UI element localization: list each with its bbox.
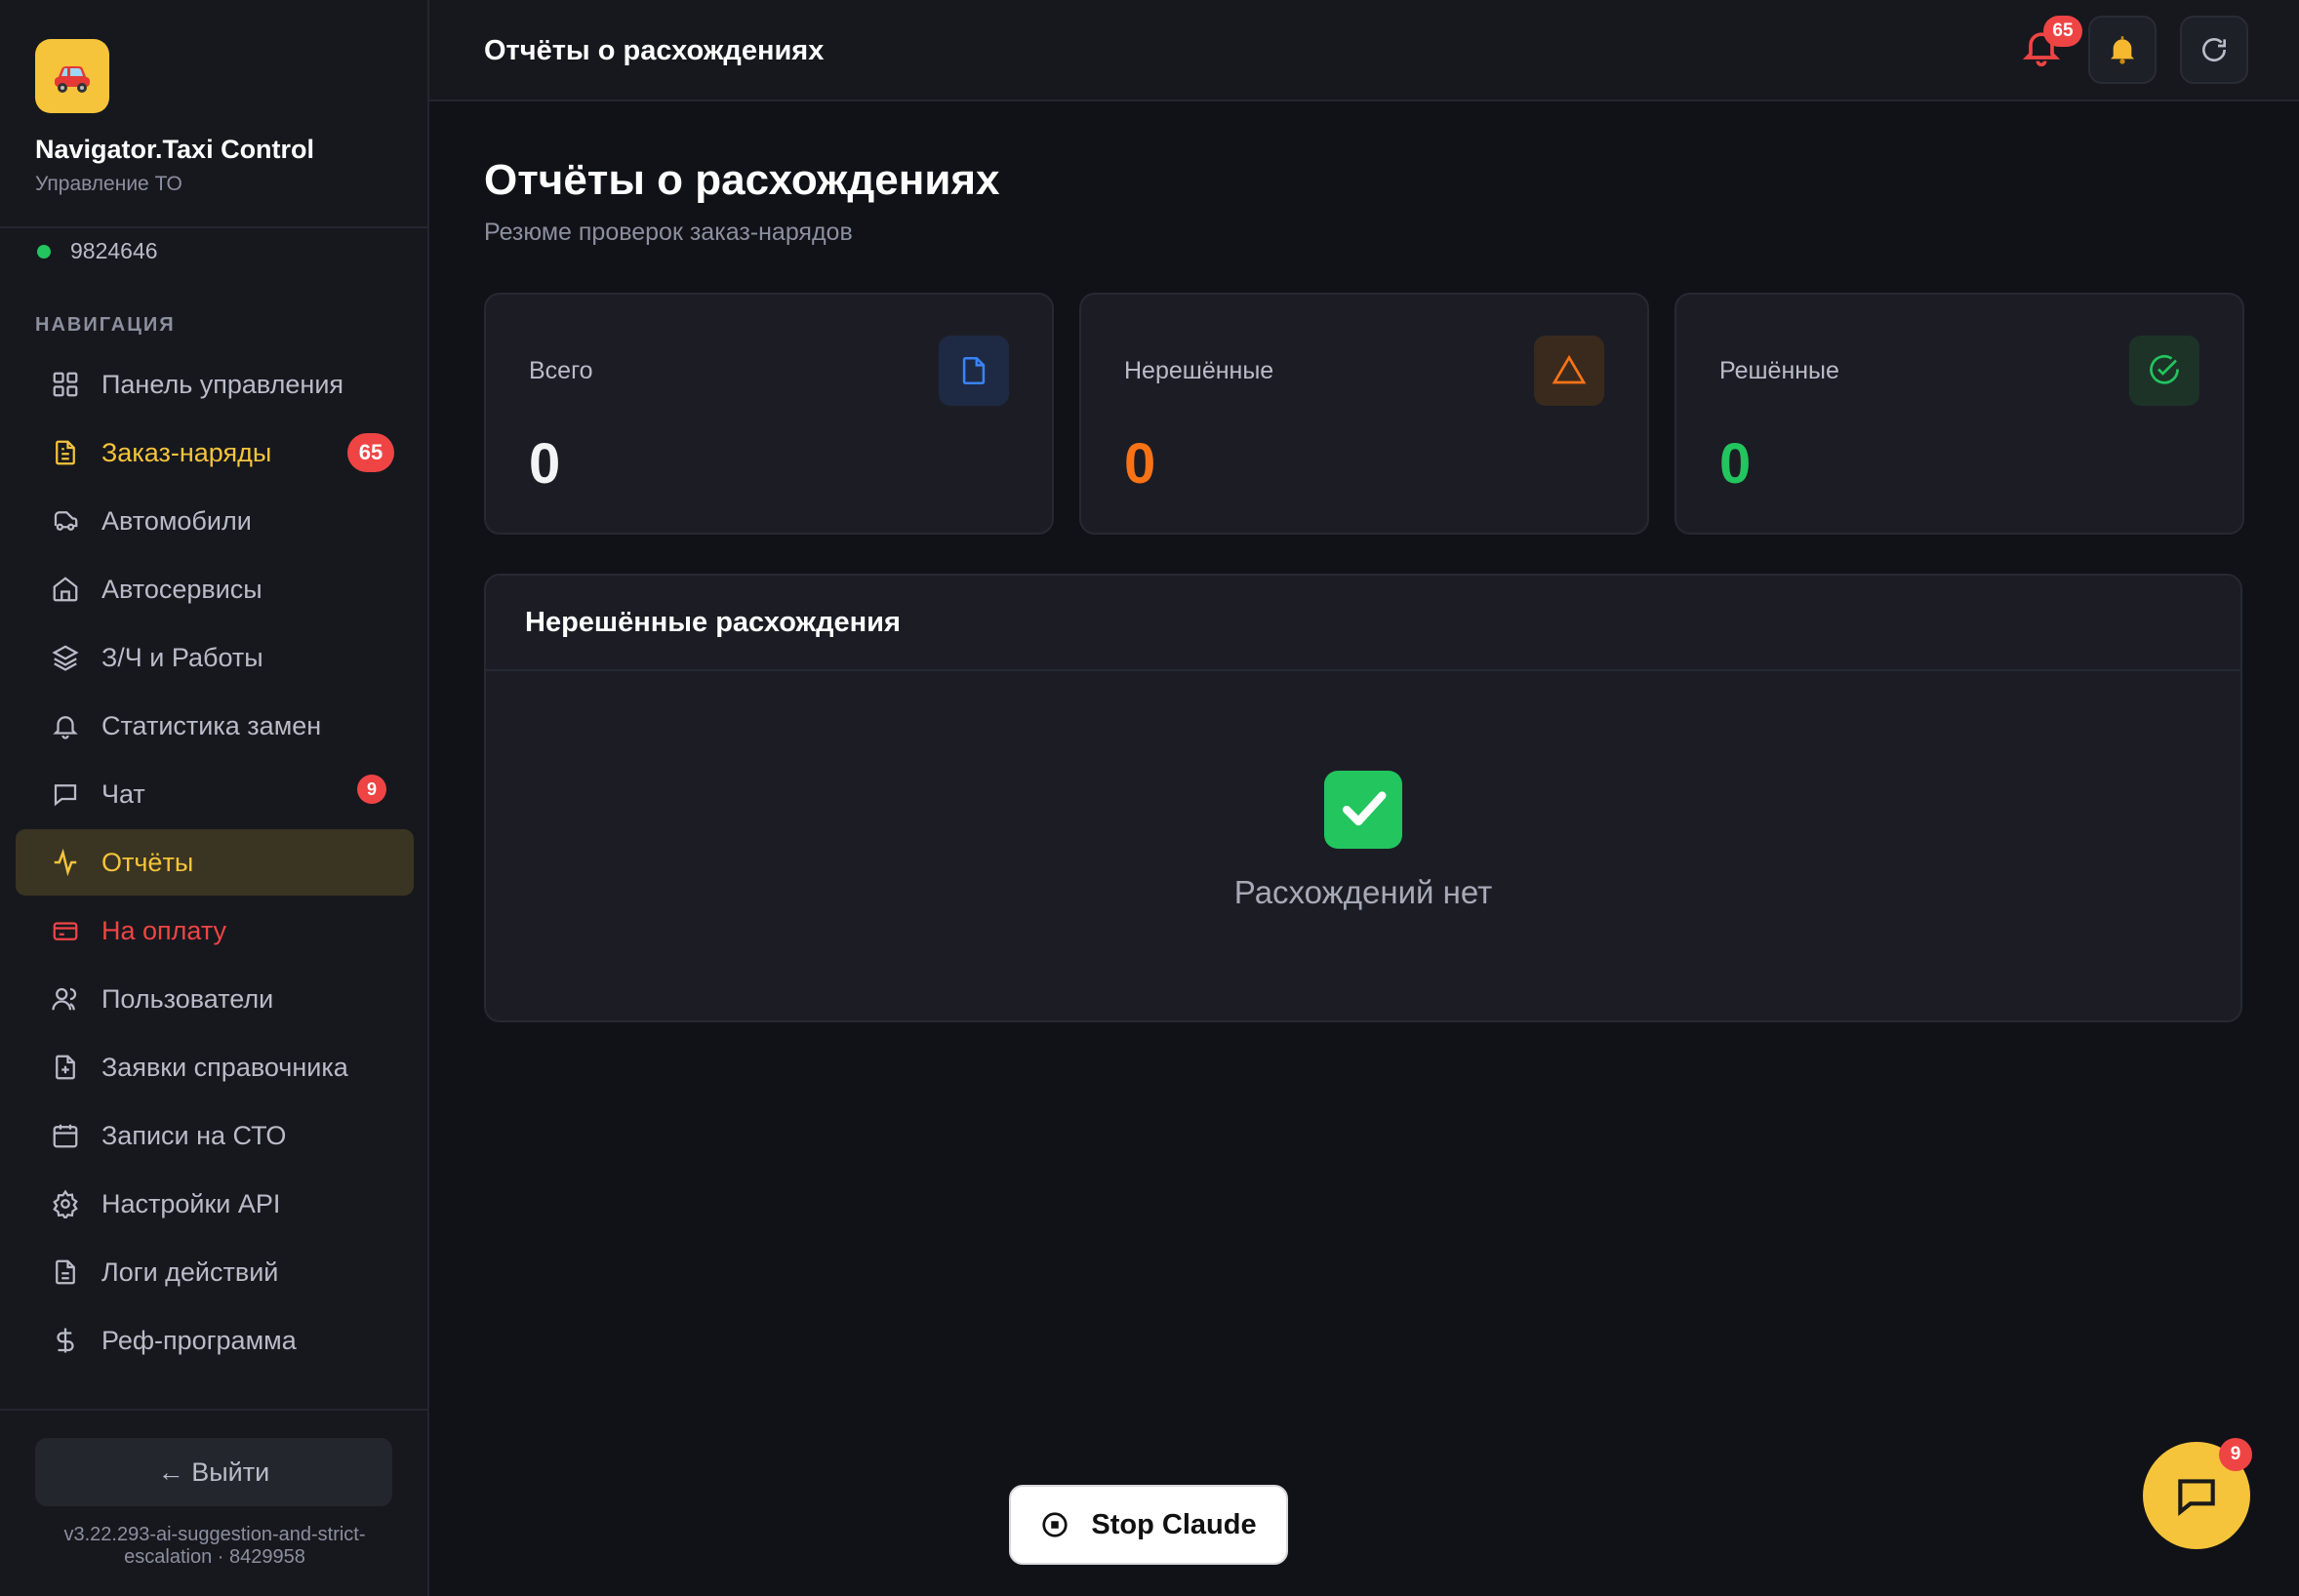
sidebar-item-directory-requests[interactable]: Заявки справочника	[16, 1034, 414, 1100]
document-icon	[56, 440, 75, 465]
sidebar-item-label: Пользователи	[101, 983, 274, 1014]
sidebar-item-api-settings[interactable]: Настройки API	[16, 1171, 414, 1237]
bell-emoji-icon	[2111, 36, 2134, 64]
sidebar: Navigator.Taxi Control Управление ТО 982…	[0, 0, 429, 1596]
calendar-icon	[53, 1124, 78, 1148]
stat-label: Решённые	[1719, 357, 1839, 384]
refresh-icon	[2202, 38, 2226, 61]
page-subtitle: Резюме проверок заказ-нарядов	[484, 219, 853, 246]
page-title: Отчёты о расхождениях	[484, 156, 1000, 204]
sound-toggle-button[interactable]	[2088, 16, 2157, 84]
bell-icon	[53, 716, 78, 739]
logout-button[interactable]: ← Выйти	[35, 1438, 392, 1506]
stat-value: 0	[529, 432, 561, 496]
stat-value: 0	[1719, 432, 1752, 496]
sidebar-item-label: Заказ-наряды	[101, 437, 272, 467]
sidebar-item-service-bookings[interactable]: Записи на СТО	[16, 1102, 414, 1169]
building-icon	[53, 577, 78, 602]
app-version: v3.22.293-ai-suggestion-and-strict-escal…	[63, 1524, 366, 1568]
sidebar-item-action-logs[interactable]: Логи действий	[16, 1239, 414, 1305]
sidebar-divider	[0, 226, 429, 228]
stat-card-total: Всего 0	[484, 293, 1054, 535]
sidebar-item-dashboard[interactable]: Панель управления	[16, 351, 414, 418]
chat-icon	[2178, 1479, 2215, 1517]
notifications-button[interactable]: 65	[2020, 16, 2082, 68]
empty-state: Расхождений нет	[486, 771, 2240, 911]
online-status-dot	[37, 244, 51, 259]
grid-icon	[53, 372, 78, 397]
credit-card-icon	[53, 922, 78, 940]
sidebar-item-label: Записи на СТО	[101, 1120, 287, 1150]
sidebar-item-label: Логи действий	[101, 1257, 279, 1287]
users-icon	[52, 987, 77, 1011]
chat-unread-badge: 9	[357, 775, 386, 804]
sidebar-footer-divider	[0, 1409, 429, 1411]
file-text-icon	[56, 1259, 75, 1285]
chat-fab-badge: 9	[2219, 1438, 2252, 1471]
sidebar-item-payment[interactable]: На оплату	[16, 898, 414, 964]
chat-icon	[54, 784, 77, 807]
check-mark-icon	[1324, 771, 1402, 849]
sidebar-item-label: З/Ч и Работы	[101, 642, 263, 672]
chat-fab-button[interactable]: 9	[2143, 1438, 2252, 1549]
sidebar-item-label: Реф-программа	[101, 1325, 297, 1355]
sidebar-item-label: Автомобили	[101, 505, 252, 536]
activity-icon	[54, 848, 77, 877]
sidebar-item-replacement-stats[interactable]: Статистика замен	[16, 693, 414, 759]
sidebar-item-label: Статистика замен	[101, 710, 322, 740]
sidebar-nav: Панель управления Заказ-наряды 65 Автомо…	[16, 351, 414, 1405]
nav-heading: НАВИГАЦИЯ	[35, 314, 176, 336]
sidebar-item-label: Настройки API	[101, 1188, 281, 1218]
sidebar-item-label: Автосервисы	[101, 574, 262, 604]
user-status: 9824646	[37, 238, 158, 264]
work-orders-count-badge: 65	[347, 433, 394, 472]
car-logo-icon[interactable]	[35, 39, 109, 113]
topbar: Отчёты о расхождениях 65	[429, 0, 2299, 101]
sidebar-item-label: Заявки справочника	[101, 1052, 348, 1082]
stat-card-unresolved: Нерешённые 0	[1079, 293, 1649, 535]
unresolved-discrepancies-panel: Нерешённые расхождения Расхождений нет	[484, 574, 2242, 1022]
stat-value: 0	[1124, 432, 1156, 496]
topbar-title: Отчёты о расхождениях	[484, 35, 825, 66]
stat-label: Нерешённые	[1124, 357, 1274, 384]
sidebar-item-users[interactable]: Пользователи	[16, 966, 414, 1032]
sidebar-item-reports[interactable]: Отчёты	[16, 829, 414, 896]
sidebar-item-car-services[interactable]: Автосервисы	[16, 556, 414, 622]
sidebar-item-chat[interactable]: Чат 9	[16, 761, 414, 827]
sidebar-item-label: Чат	[101, 778, 145, 809]
panel-title: Нерешённые расхождения	[486, 576, 2240, 671]
user-id: 9824646	[70, 238, 158, 263]
notifications-count-badge: 65	[2043, 16, 2082, 47]
sidebar-item-cars[interactable]: Автомобили	[16, 488, 414, 554]
layers-icon	[52, 645, 79, 671]
sidebar-item-label: На оплату	[101, 915, 226, 945]
empty-state-text: Расхождений нет	[1233, 874, 1493, 910]
stat-label: Всего	[529, 357, 593, 384]
warning-icon	[1534, 336, 1604, 406]
sidebar-item-label: Отчёты	[101, 847, 194, 877]
file-icon	[939, 336, 1009, 406]
sidebar-item-work-orders[interactable]: Заказ-наряды 65	[16, 419, 414, 486]
brand-title: Navigator.Taxi Control	[35, 135, 315, 164]
stop-claude-button[interactable]: Stop Claude	[1009, 1485, 1288, 1565]
sidebar-item-referral[interactable]: Реф-программа	[16, 1307, 414, 1374]
sidebar-item-label: Панель управления	[101, 369, 344, 399]
file-plus-icon	[56, 1055, 75, 1080]
check-circle-icon	[2129, 336, 2199, 406]
stat-card-resolved: Решённые 0	[1674, 293, 2244, 535]
refresh-button[interactable]	[2180, 16, 2248, 84]
brand: Navigator.Taxi Control Управление ТО	[35, 39, 406, 196]
dollar-icon	[57, 1328, 74, 1353]
car-icon	[54, 511, 78, 531]
stop-icon	[1042, 1512, 1069, 1537]
gear-icon	[53, 1189, 78, 1218]
sidebar-item-parts-works[interactable]: З/Ч и Работы	[16, 624, 414, 691]
brand-subtitle: Управление ТО	[35, 173, 182, 195]
stop-claude-label: Stop Claude	[1091, 1508, 1257, 1540]
